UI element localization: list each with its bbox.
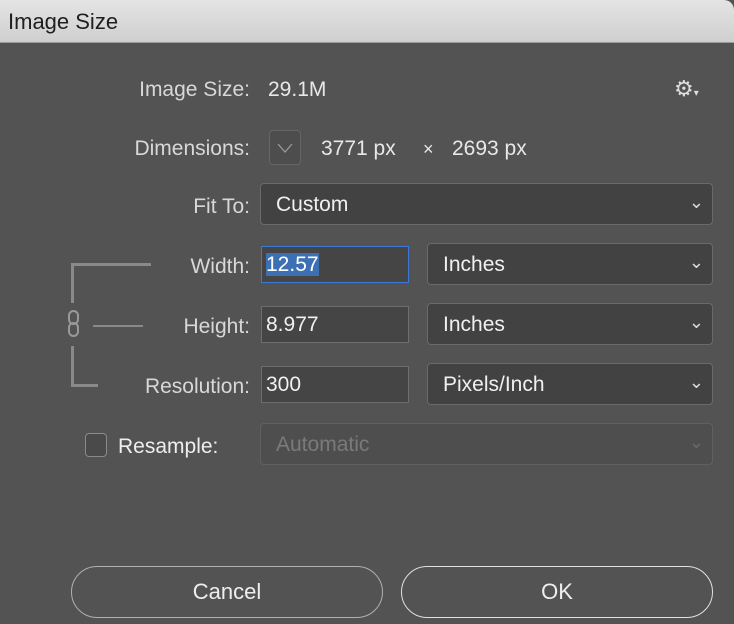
chevron-down-icon: ⌄ [688, 312, 704, 332]
resolution-value: 300 [266, 373, 302, 396]
height-unit-value: Inches [443, 313, 505, 336]
resolution-input[interactable]: 300 [261, 366, 409, 403]
chevron-down-icon: ⌄ [688, 372, 704, 392]
chevron-down-icon: ⌄ [688, 192, 704, 212]
width-value: 12.57 [266, 253, 319, 276]
width-label: Width: [190, 255, 250, 278]
height-input[interactable]: 8.977 [261, 306, 409, 343]
gear-icon[interactable]: ⚙▾ [674, 76, 699, 102]
resolution-unit-value: Pixels/Inch [443, 373, 545, 396]
resample-checkbox[interactable] [85, 433, 107, 457]
cancel-button[interactable]: Cancel [71, 566, 383, 618]
chevron-down-icon: ⌄ [688, 432, 704, 452]
fit-to-label: Fit To: [193, 195, 250, 218]
height-unit-select[interactable]: Inches ⌄ [427, 303, 713, 345]
fit-to-value: Custom [276, 193, 349, 216]
fit-to-select[interactable]: Custom ⌄ [260, 183, 713, 225]
window-title: Image Size [8, 9, 119, 34]
dimensions-height: 2693 px [452, 137, 527, 160]
width-unit-select[interactable]: Inches ⌄ [427, 243, 713, 285]
width-input[interactable]: 12.57 [261, 246, 409, 283]
height-value: 8.977 [266, 313, 319, 336]
dimensions-times: × [423, 139, 434, 159]
dimensions-unit-toggle[interactable] [269, 130, 301, 165]
chevron-down-icon: ⌄ [688, 252, 704, 272]
height-label: Height: [183, 315, 250, 338]
link-icon [68, 310, 79, 337]
resample-label: Resample: [118, 435, 219, 458]
title-bar[interactable]: Image Size [0, 0, 734, 43]
dimensions-width: 3771 px [321, 137, 396, 160]
width-unit-value: Inches [443, 253, 505, 276]
resample-value: Automatic [276, 433, 370, 456]
image-size-label: Image Size: [139, 78, 250, 101]
image-size-value: 29.1M [268, 78, 327, 101]
dimensions-label: Dimensions: [134, 137, 250, 160]
resolution-label: Resolution: [144, 375, 250, 398]
ok-button[interactable]: OK [401, 566, 713, 618]
resample-select: Automatic ⌄ [260, 423, 713, 465]
chevron-down-icon [277, 143, 293, 153]
resolution-unit-select[interactable]: Pixels/Inch ⌄ [427, 363, 713, 405]
